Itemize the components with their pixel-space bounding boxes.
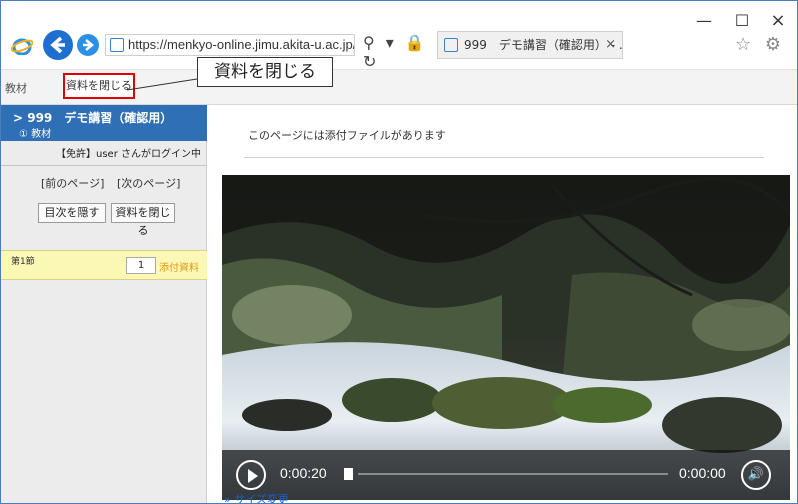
volume-button[interactable]: 🔊 (741, 460, 771, 490)
close-materials-button[interactable]: 資料を閉じる (63, 73, 135, 99)
toolbar: 教材 資料を閉じる (1, 69, 797, 105)
seek-thumb[interactable] (344, 468, 353, 480)
divider (244, 157, 764, 158)
tab-favicon-icon (444, 38, 458, 52)
address-url: https://menkyo-online.jimu.akita-u.ac.jp… (128, 37, 354, 52)
browser-titlebar: — ☐ × https://menkyo-online.jimu.akita-u… (1, 1, 797, 71)
main-content: このページには添付ファイルがあります 0:00:20 0:00:00 🔊 » サ… (208, 105, 797, 503)
seek-bar[interactable] (344, 468, 668, 480)
duration: 0:00:00 (679, 465, 726, 481)
forward-arrow-icon (83, 39, 94, 51)
attachment-link[interactable]: 添付資料 (159, 259, 199, 274)
window-close-button[interactable]: × (763, 11, 793, 31)
resize-link[interactable]: » サイズ変更 (224, 491, 289, 503)
minimize-button[interactable]: — (689, 11, 719, 31)
seek-track[interactable] (358, 473, 668, 475)
section-label: 第1節 (11, 257, 35, 267)
section-row: 第1節 1 添付資料 (1, 250, 207, 280)
divider (1, 165, 207, 166)
tab-title: 999 デモ講習（確認用） - ... (464, 38, 623, 52)
video-player[interactable]: 0:00:20 0:00:00 🔊 (222, 175, 790, 500)
site-favicon-icon (110, 38, 124, 52)
tab-materials[interactable]: 教材 (5, 80, 27, 96)
back-button[interactable] (43, 30, 73, 60)
next-page-link[interactable]: [次のページ] (117, 175, 180, 191)
course-subtitle: ① 教材 (19, 129, 52, 140)
browser-tab[interactable]: 999 デモ講習（確認用） - ... × (437, 31, 623, 59)
login-status: 【免許】user さんがログイン中 (56, 149, 201, 160)
close-materials-sidebar-button[interactable]: 資料を閉じる (111, 203, 175, 237)
sidebar: > 999 デモ講習（確認用） ① 教材 【免許】user さんがログイン中 [… (1, 105, 207, 503)
address-bar[interactable]: https://menkyo-online.jimu.akita-u.ac.jp… (105, 34, 355, 56)
browser-window: — ☐ × https://menkyo-online.jimu.akita-u… (0, 0, 798, 504)
course-title[interactable]: > 999 デモ講習（確認用） (13, 109, 172, 126)
favorites-settings-icons[interactable]: ☆ ⚙ (735, 34, 797, 58)
course-header: > 999 デモ講習（確認用） ① 教材 (1, 105, 207, 141)
address-bar-icons[interactable]: ⚲ ▾ 🔒 ↻ (363, 33, 433, 71)
page-number[interactable]: 1 (126, 257, 156, 274)
back-arrow-icon (50, 36, 65, 54)
maximize-button[interactable]: ☐ (727, 11, 757, 31)
forward-button[interactable] (77, 34, 99, 56)
ie-logo-icon (11, 38, 33, 55)
video-controls: 0:00:20 0:00:00 🔊 (222, 450, 790, 500)
prev-page-link[interactable]: [前のページ] (41, 175, 104, 191)
attachment-notice: このページには添付ファイルがあります (248, 129, 446, 142)
current-time: 0:00:20 (280, 465, 327, 481)
hide-toc-button[interactable]: 目次を隠す (38, 203, 106, 223)
play-button[interactable] (236, 460, 266, 490)
tab-close-button[interactable]: × (605, 32, 616, 58)
annotation-callout: 資料を閉じる (197, 57, 333, 87)
